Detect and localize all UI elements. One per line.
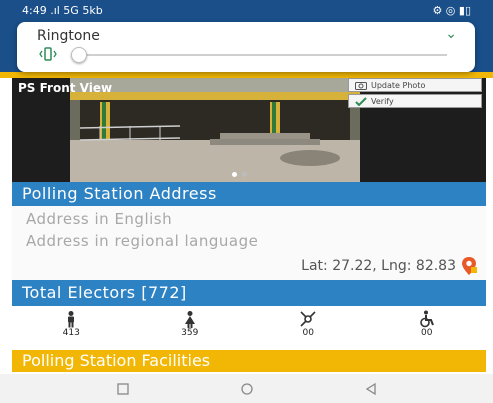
update-photo-label: Update Photo	[371, 80, 426, 90]
male-icon	[68, 311, 75, 328]
photo-caption: PS Front View	[18, 81, 113, 95]
location-pin-icon[interactable]	[460, 256, 478, 276]
elector-pwd: 00	[397, 306, 457, 338]
elector-male: 413	[41, 306, 101, 338]
electors-row: 413 359 00 00	[12, 306, 486, 350]
volume-slider-track[interactable]	[77, 54, 447, 56]
third-gender-icon	[300, 311, 316, 327]
address-regional: Address in regional language	[26, 232, 259, 250]
carousel-dot-1[interactable]	[232, 172, 237, 177]
vibrate-icon[interactable]	[39, 46, 57, 62]
volume-title: Ringtone	[37, 28, 100, 44]
recent-apps-icon[interactable]	[116, 382, 130, 396]
polling-station-facilities-header[interactable]: Polling Station Facilities	[12, 350, 486, 372]
elector-third-gender: 00	[278, 306, 338, 338]
third-gender-count: 00	[302, 328, 314, 338]
update-photo-button[interactable]: Update Photo	[348, 78, 482, 92]
home-icon[interactable]	[240, 382, 254, 396]
female-icon	[184, 311, 195, 328]
wheelchair-icon	[419, 310, 434, 328]
female-count: 359	[181, 328, 199, 338]
carousel-dots	[232, 172, 247, 177]
polling-station-address-header: Polling Station Address	[12, 182, 486, 206]
status-bar: 4:49 .ıl 5G 5kb ⚙ ◎ ▮▯	[0, 0, 493, 22]
status-right: ⚙ ◎ ▮▯	[432, 4, 471, 17]
volume-popup[interactable]: Ringtone ⌄	[17, 22, 475, 72]
camera-icon	[355, 81, 367, 90]
address-english: Address in English	[26, 210, 173, 228]
total-electors-header: Total Electors [772]	[12, 280, 486, 306]
system-nav-bar	[0, 374, 493, 403]
status-left: 4:49 .ıl 5G 5kb	[22, 4, 103, 17]
polling-station-photo	[70, 78, 360, 182]
verify-button[interactable]: Verify	[348, 94, 482, 108]
chevron-down-icon[interactable]: ⌄	[445, 26, 457, 42]
pwd-count: 00	[421, 328, 433, 338]
male-count: 413	[62, 328, 80, 338]
volume-slider-thumb[interactable]	[71, 47, 87, 63]
lat-lng: Lat: 27.22, Lng: 82.83	[301, 258, 456, 274]
back-icon[interactable]	[364, 382, 378, 396]
carousel-dot-2[interactable]	[242, 172, 247, 177]
check-icon	[355, 96, 367, 106]
address-card: Address in English Address in regional l…	[12, 206, 486, 280]
verify-label: Verify	[371, 96, 394, 106]
elector-female: 359	[160, 306, 220, 338]
